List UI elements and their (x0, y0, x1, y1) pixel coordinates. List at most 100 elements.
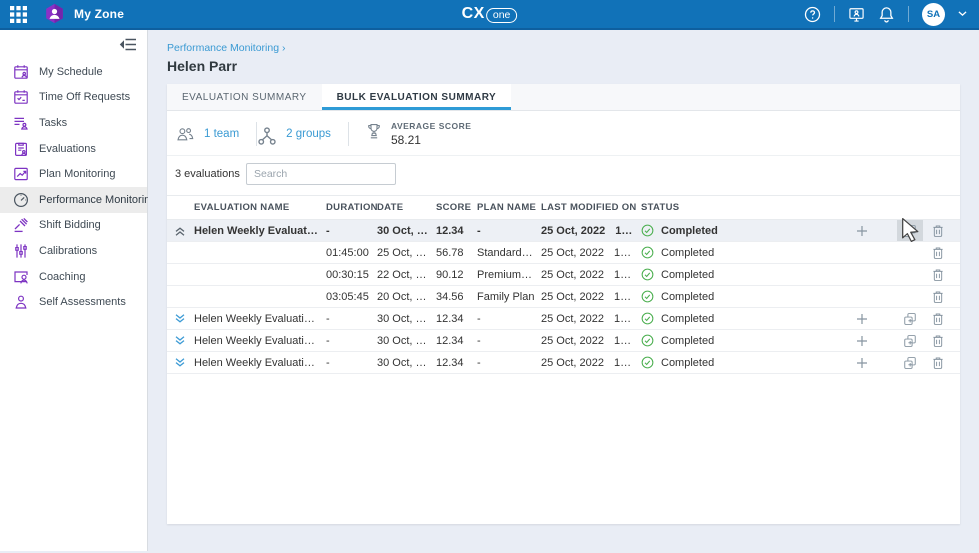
sidebar-item-label: Tasks (39, 117, 67, 129)
self-assessments-icon (13, 294, 29, 310)
delete-button[interactable] (925, 308, 951, 329)
time-off-requests-icon (13, 89, 29, 105)
check-circle-icon (641, 312, 654, 325)
column-header[interactable]: EVALUATION NAME (194, 202, 326, 213)
column-header[interactable]: PLAN NAME (477, 202, 541, 213)
cell-score: 56.78 (436, 247, 477, 259)
delete-button[interactable] (925, 352, 951, 373)
sidebar-item-calibrations[interactable]: Calibrations (0, 238, 147, 264)
delete-button[interactable] (925, 220, 951, 241)
table-row[interactable]: 00:30:15 22 Oct, 2022 90.12 Premium Plan… (167, 264, 960, 286)
topbar-divider (834, 6, 835, 22)
cell-score: 34.56 (436, 291, 477, 303)
table-row[interactable]: Helen Weekly Evaluation - June 20 - 30 O… (167, 308, 960, 330)
performance-monitoring-icon (13, 192, 29, 208)
chevron-double-up-icon[interactable] (167, 225, 194, 237)
shift-bidding-icon (13, 217, 29, 233)
table-row[interactable]: Helen Weekly Evaluation - June 20 - 30 O… (167, 330, 960, 352)
column-header[interactable]: SCORE (436, 202, 477, 213)
copy-button[interactable] (897, 330, 923, 351)
stats-row: 1 team 2 groups AVERAGE SCORE 58.21 (167, 111, 960, 156)
cell-date: 30 Oct, 2022 (377, 335, 436, 347)
copy-button[interactable] (897, 308, 923, 329)
breadcrumb[interactable]: Performance Monitoring › (167, 42, 960, 54)
delete-button[interactable] (925, 286, 951, 307)
delete-button[interactable] (925, 330, 951, 351)
row-actions (848, 330, 960, 351)
sidebar-item-coaching[interactable]: Coaching (0, 264, 147, 290)
add-button[interactable] (849, 308, 875, 329)
sidebar-item-label: Self Assessments (39, 296, 126, 308)
column-header[interactable]: LAST MODIFIED ON (541, 202, 641, 213)
cell-last-modified: 25 Oct, 202212:45 PM (541, 269, 641, 281)
table-row[interactable]: Helen Weekly Evaluation - June 20 - 30 O… (167, 352, 960, 374)
chevron-double-down-icon[interactable] (167, 357, 194, 369)
row-actions (848, 242, 960, 263)
sidebar-item-my-schedule[interactable]: My Schedule (0, 59, 147, 85)
my-zone-logo-icon (44, 3, 65, 25)
top-bar: My Zone CX one SA (0, 0, 979, 30)
cell-status: Completed (641, 312, 848, 325)
groups-link[interactable]: 2 groups (286, 128, 331, 140)
cell-date: 22 Oct, 2022 (377, 269, 436, 281)
search-input[interactable] (254, 168, 389, 180)
sidebar-item-performance-monitoring[interactable]: Performance Monitoring (0, 187, 147, 213)
breadcrumb-link[interactable]: Performance Monitoring (167, 42, 279, 54)
column-header[interactable]: DURATION (326, 202, 377, 213)
cell-duration: - (326, 357, 377, 369)
column-header[interactable]: DATE (377, 202, 436, 213)
modified-time: 12:45 PM (614, 313, 641, 325)
sidebar-item-plan-monitoring[interactable]: Plan Monitoring (0, 161, 147, 187)
column-header[interactable]: STATUS (641, 202, 848, 213)
evaluations-icon (13, 141, 29, 157)
sidebar-item-label: Time Off Requests (39, 91, 130, 103)
table-row[interactable]: Helen Weekly Evaluation - June... - 30 O… (167, 220, 960, 242)
tab-evaluation-summary[interactable]: EVALUATION SUMMARY (167, 84, 322, 110)
add-button[interactable] (849, 352, 875, 373)
average-score-label: AVERAGE SCORE (391, 121, 472, 131)
user-menu-chevron-icon[interactable] (958, 11, 967, 17)
table-row[interactable]: 03:05:45 20 Oct, 2022 34.56 Family Plan … (167, 286, 960, 308)
app-title: My Zone (74, 7, 124, 21)
team-link[interactable]: 1 team (204, 128, 239, 140)
sidebar-item-time-off-requests[interactable]: Time Off Requests (0, 85, 147, 111)
cell-duration: - (326, 225, 377, 237)
app-launcher-icon[interactable] (10, 6, 27, 23)
agent-console-icon[interactable] (848, 6, 865, 23)
delete-button[interactable] (925, 264, 951, 285)
copy-button[interactable] (897, 220, 923, 241)
add-button[interactable] (849, 220, 875, 241)
cxone-logo-cx: CX (462, 5, 485, 23)
sidebar-item-shift-bidding[interactable]: Shift Bidding (0, 213, 147, 239)
tab-bulk-evaluation-summary[interactable]: BULK EVALUATION SUMMARY (322, 84, 512, 110)
add-button[interactable] (849, 330, 875, 351)
cxone-logo: CX one (462, 0, 518, 28)
sidebar: My Schedule Time Off Requests Tasks Eval… (0, 30, 148, 551)
table-row[interactable]: 01:45:00 25 Oct, 2022 56.78 Standard Pla… (167, 242, 960, 264)
chevron-double-down-icon[interactable] (167, 313, 194, 325)
sidebar-item-label: My Schedule (39, 66, 103, 78)
notifications-bell-icon[interactable] (878, 6, 895, 23)
row-actions (848, 352, 960, 373)
cell-duration: 03:05:45 (326, 291, 377, 303)
sidebar-item-evaluations[interactable]: Evaluations (0, 136, 147, 162)
modified-date: 25 Oct, 2022 (541, 225, 605, 237)
cell-score: 12.34 (436, 225, 477, 237)
help-icon[interactable] (804, 6, 821, 23)
user-avatar[interactable]: SA (922, 3, 945, 26)
sidebar-item-self-assessments[interactable]: Self Assessments (0, 289, 147, 315)
team-stat[interactable]: 1 team (175, 126, 256, 143)
groups-stat[interactable]: 2 groups (257, 126, 348, 143)
table-header: EVALUATION NAME DURATION DATE SCORE PLAN… (167, 195, 960, 220)
average-score-stat: AVERAGE SCORE 58.21 (349, 121, 472, 147)
tasks-icon (13, 115, 29, 131)
modified-time: 12:45 PM (614, 335, 641, 347)
copy-button[interactable] (897, 352, 923, 373)
delete-button[interactable] (925, 242, 951, 263)
search-box[interactable] (246, 163, 396, 185)
sidebar-collapse-icon[interactable] (119, 38, 137, 51)
sidebar-item-tasks[interactable]: Tasks (0, 110, 147, 136)
cell-status: Completed (641, 290, 848, 303)
cell-status: Completed (641, 224, 848, 237)
chevron-double-down-icon[interactable] (167, 335, 194, 347)
